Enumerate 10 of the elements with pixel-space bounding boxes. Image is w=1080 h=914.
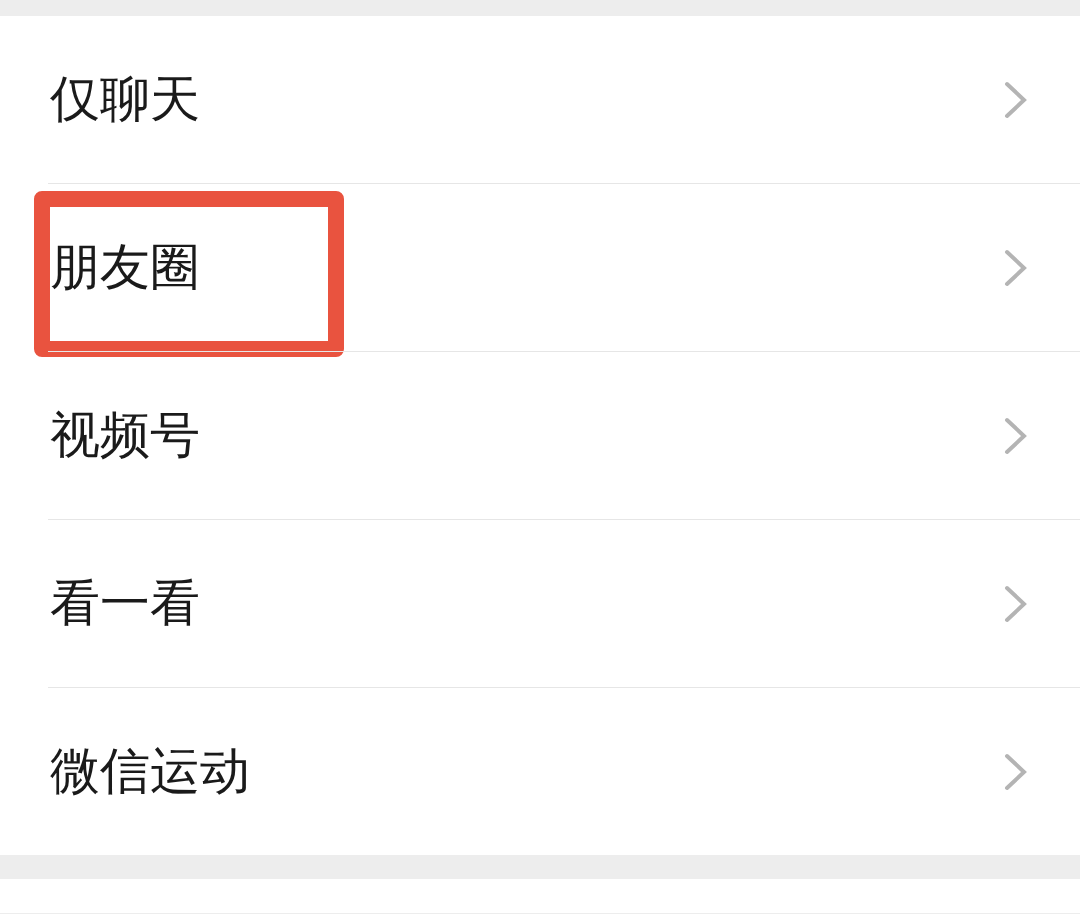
chevron-right-icon bbox=[1004, 80, 1028, 119]
chevron-right-icon bbox=[1004, 584, 1028, 623]
chevron-right-icon bbox=[1004, 752, 1028, 791]
chevron-right-icon bbox=[1004, 416, 1028, 455]
list-item[interactable]: 微信运动 bbox=[0, 688, 1080, 855]
list-item[interactable]: 朋友圈 bbox=[0, 184, 1080, 351]
list-item[interactable]: 仅聊天 bbox=[0, 16, 1080, 183]
list-item[interactable]: 视频号 bbox=[0, 352, 1080, 519]
list-item[interactable]: 看一看 bbox=[0, 520, 1080, 687]
chevron-right-icon bbox=[1004, 248, 1028, 287]
